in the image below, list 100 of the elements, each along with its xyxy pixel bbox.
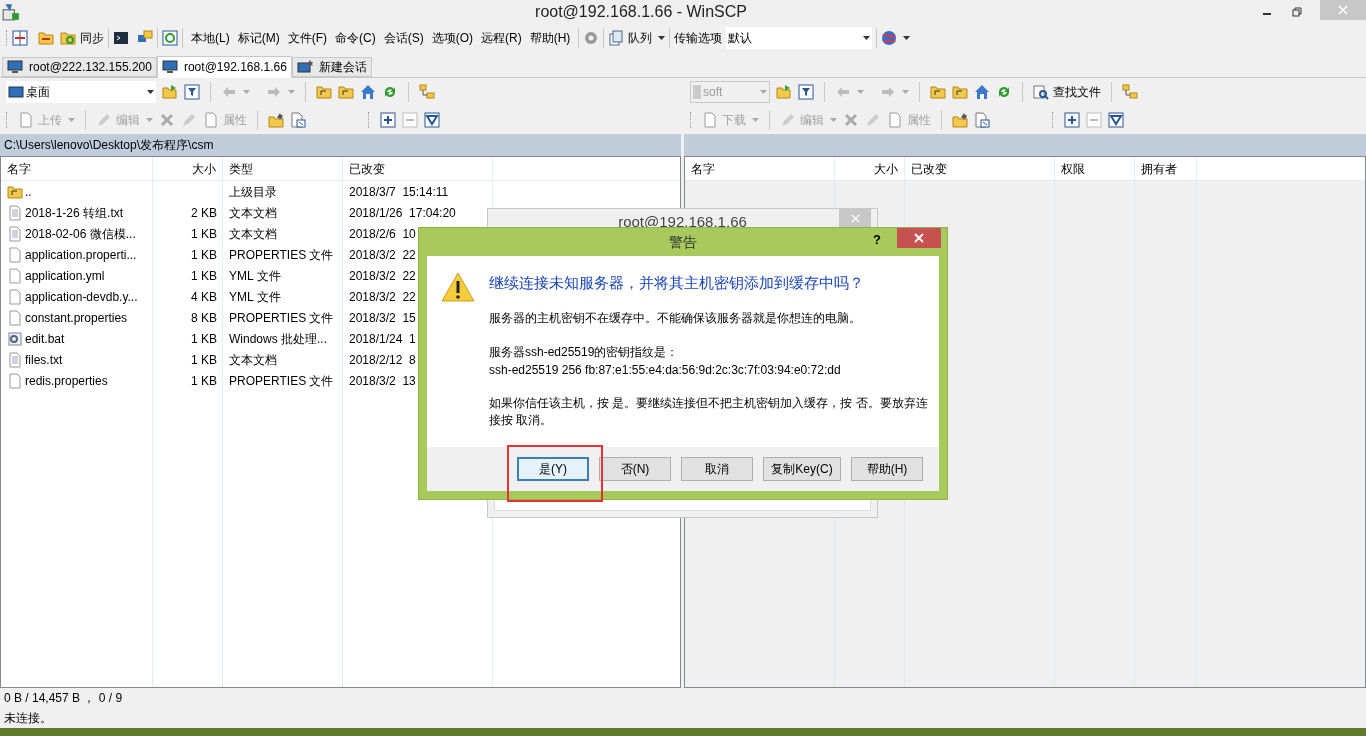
table-cell-text: 8 KB — [191, 309, 217, 327]
menu-item[interactable]: 命令(C) — [331, 29, 380, 47]
table-cell: 2018/2/12 8 — [349, 352, 416, 367]
queue-button[interactable]: 队列 — [608, 29, 653, 47]
text-file-icon — [7, 204, 23, 221]
new-folder-icon[interactable] — [268, 112, 284, 128]
menu-item[interactable]: 帮助(H) — [525, 29, 575, 47]
file-name[interactable]: .. — [25, 182, 32, 201]
session-tab[interactable]: 新建会话 — [291, 57, 372, 77]
menu-item[interactable]: 标记(M) — [233, 29, 284, 47]
search-icon[interactable] — [1033, 84, 1049, 100]
shortcut-icon[interactable] — [974, 112, 990, 128]
open-folder-icon[interactable] — [162, 84, 178, 100]
refresh-icon[interactable] — [996, 84, 1012, 100]
session-tab[interactable]: root@192.168.1.66 — [156, 56, 292, 78]
file-name[interactable]: redis.properties — [25, 371, 108, 390]
pencil-icon — [96, 112, 112, 128]
table-cell-text: 1 KB — [191, 330, 217, 348]
queue-icon[interactable] — [608, 30, 625, 46]
find-files-button[interactable]: 查找文件 — [1033, 83, 1101, 101]
column-header[interactable]: 名字 — [1, 157, 153, 180]
home-icon[interactable] — [974, 84, 990, 100]
filter-icon[interactable] — [1108, 112, 1124, 128]
dialog-button[interactable]: 是(Y) — [517, 457, 589, 481]
batch-file-icon — [7, 330, 23, 347]
table-cell: 2018/1/26 17:04:20 — [349, 205, 456, 220]
dialog-button[interactable]: 复制Key(C) — [763, 457, 841, 481]
delete-icon[interactable] — [159, 112, 175, 128]
tree-icon[interactable] — [1122, 84, 1138, 100]
dialog-button[interactable]: 帮助(H) — [851, 457, 923, 481]
help-button[interactable]: ? — [873, 230, 881, 250]
settings-icon[interactable] — [583, 30, 600, 46]
close-icon[interactable] — [914, 233, 924, 243]
dialog-message: 服务器的主机密钥不在缓存中。不能确保该服务器就是你想连的电脑。 — [489, 309, 862, 327]
file-name[interactable]: files.txt — [25, 350, 63, 369]
sync-icon[interactable] — [60, 30, 76, 46]
document-icon — [18, 112, 34, 128]
caret-icon[interactable] — [658, 36, 666, 40]
session-tab[interactable]: root@222.132.155.200 — [2, 57, 157, 77]
column-header[interactable]: 已改变 — [343, 157, 493, 180]
table-cell: 文本文档 — [229, 205, 277, 220]
root-folder-icon[interactable] — [952, 84, 968, 100]
transfer-options-dropdown[interactable]: 默认 — [726, 27, 873, 49]
open-folder-icon[interactable] — [776, 84, 792, 100]
table-cell: YML 文件 — [229, 268, 281, 283]
sync-button[interactable]: 同步 — [60, 29, 104, 47]
file-name[interactable]: edit.bat — [25, 329, 65, 348]
column-header[interactable]: 类型 — [223, 157, 343, 180]
caret-icon[interactable] — [147, 90, 154, 94]
column-header[interactable]: 拥有者 — [1135, 157, 1197, 180]
column-header[interactable]: 大小 — [153, 157, 223, 180]
globe-icon[interactable] — [881, 30, 898, 46]
new-folder-icon[interactable] — [952, 112, 968, 128]
file-name[interactable]: constant.properties — [25, 308, 128, 327]
dialog-message: ssh-ed25519 256 fb:87:e1:55:e4:da:56:9d:2c:3c:7f:03:94:e0:72:dd — [489, 361, 842, 379]
menu-item[interactable]: 远程(R) — [477, 29, 526, 47]
parent-folder-icon — [7, 183, 23, 200]
file-name[interactable]: 2018-02-06 微信模... — [25, 224, 136, 243]
compare-icon[interactable] — [12, 30, 28, 46]
column-header[interactable]: 名字 — [685, 157, 835, 180]
file-name[interactable]: application.properti... — [25, 245, 137, 264]
file-icon — [7, 372, 23, 389]
dialog-button[interactable]: 否(N) — [599, 457, 671, 481]
menu-item[interactable]: 文件(F) — [283, 29, 331, 47]
terminal-icon[interactable] — [113, 30, 129, 46]
parent-folder-icon[interactable] — [316, 84, 332, 100]
folders-icon[interactable] — [38, 30, 54, 46]
refresh-icon[interactable] — [162, 30, 178, 46]
shortcut-icon[interactable] — [290, 112, 306, 128]
column-header[interactable]: 权限 — [1055, 157, 1135, 180]
minus-icon[interactable] — [1086, 112, 1102, 128]
table-cell: 2018/3/7 15:14:11 — [349, 184, 449, 199]
caret-icon[interactable] — [863, 36, 871, 40]
menu-item[interactable]: 选项(O) — [427, 29, 477, 47]
refresh-icon[interactable] — [382, 84, 398, 100]
home-icon[interactable] — [360, 84, 376, 100]
plus-icon[interactable] — [380, 112, 396, 128]
column-header[interactable]: 已改变 — [905, 157, 1055, 180]
table-cell: Windows 批处理... — [229, 331, 327, 346]
location-dropdown[interactable]: 桌面 — [6, 81, 156, 103]
dialog-button[interactable]: 取消 — [681, 457, 753, 481]
table-cell-text: 2 KB — [191, 204, 217, 222]
close-button[interactable] — [897, 228, 941, 248]
menu-item[interactable]: 本地(L) — [187, 29, 234, 47]
file-name[interactable]: 2018-1-26 转组.txt — [25, 203, 124, 222]
minus-icon[interactable] — [402, 112, 418, 128]
filter-icon[interactable] — [184, 84, 200, 100]
parent-folder-icon[interactable] — [930, 84, 946, 100]
plus-icon[interactable] — [1064, 112, 1080, 128]
column-header[interactable]: 大小 — [835, 157, 905, 180]
file-name[interactable]: application-devdb.y... — [25, 287, 138, 306]
file-name[interactable]: application.yml — [25, 266, 105, 285]
delete-icon[interactable] — [843, 112, 859, 128]
restore-icon[interactable] — [1292, 7, 1302, 17]
root-folder-icon[interactable] — [338, 84, 354, 100]
filter-icon[interactable] — [798, 84, 814, 100]
caret-icon[interactable] — [903, 36, 911, 40]
menu-item[interactable]: 会话(S) — [379, 29, 428, 47]
tree-icon[interactable] — [419, 84, 435, 100]
filter-icon[interactable] — [424, 112, 440, 128]
